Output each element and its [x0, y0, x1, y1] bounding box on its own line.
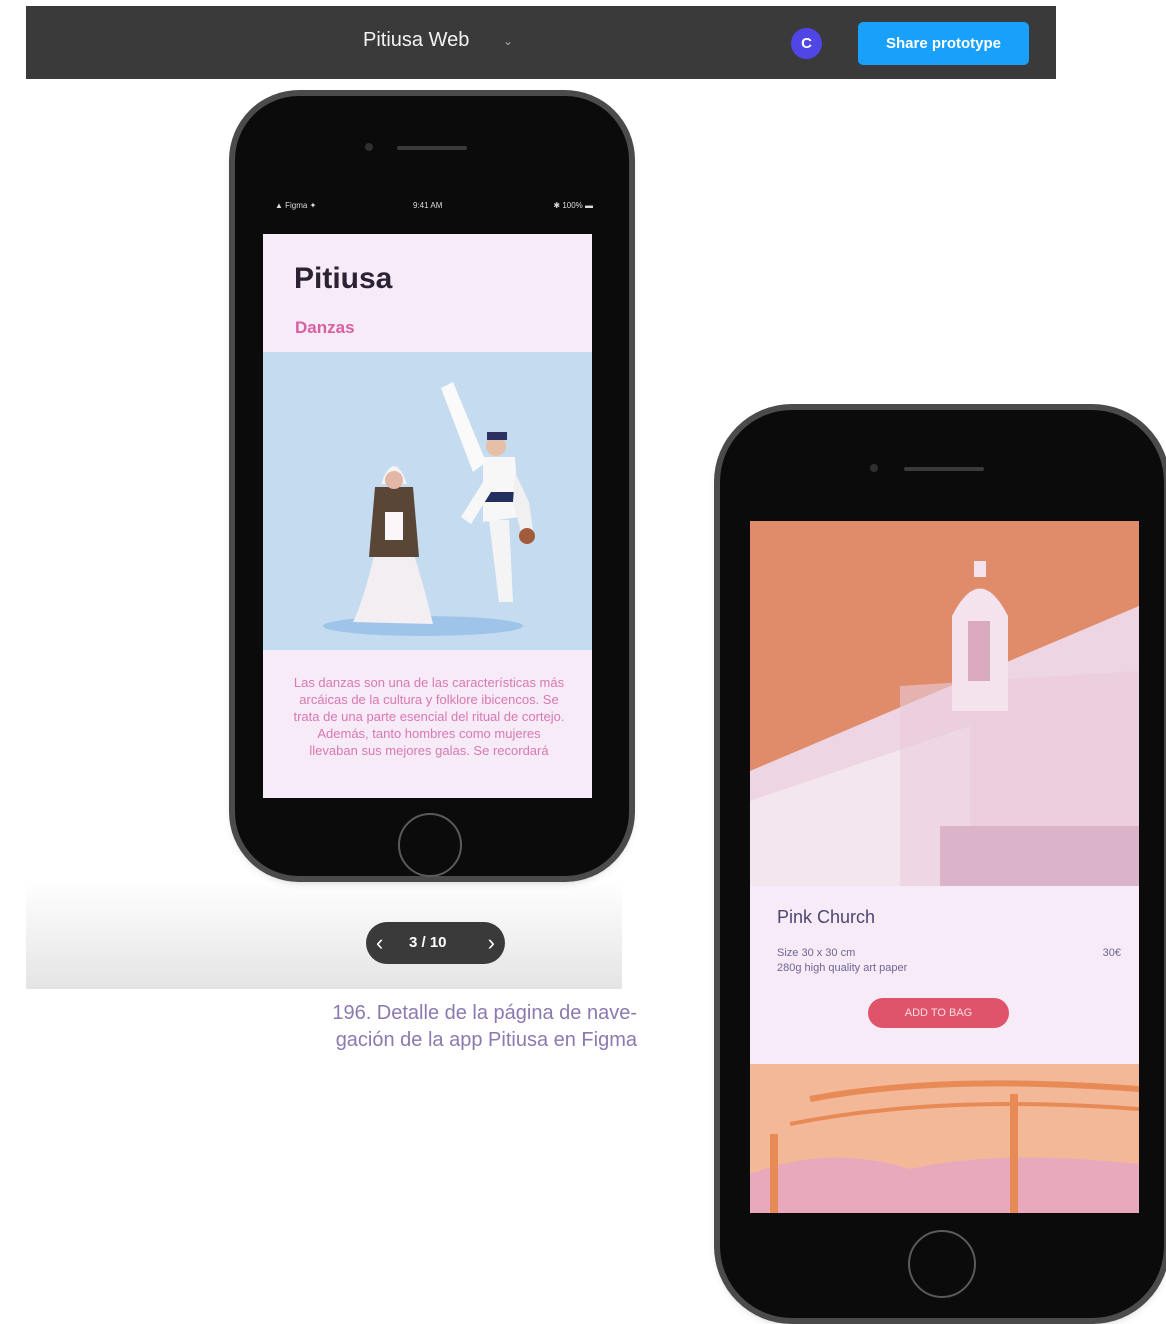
chevron-right-icon[interactable]: ›	[488, 930, 495, 956]
app-title: Pitiusa	[294, 262, 393, 295]
section-title: Danzas	[295, 318, 355, 337]
pergola-illustration	[750, 1064, 1139, 1213]
slide-counter: 3 / 10	[409, 934, 447, 951]
phone-mockup-right: Pink Church Size 30 x 30 cm 280g high qu…	[720, 410, 1164, 1318]
battery-icon: ✱ 100% ▬	[553, 201, 593, 210]
camera-icon	[870, 464, 878, 472]
signal-wifi-icon: ▲ Figma ✦	[275, 201, 317, 210]
app-screen-danzas[interactable]: Pitiusa Danzas Las danzas son una de las…	[263, 234, 592, 798]
chevron-down-icon[interactable]: ⌄	[503, 34, 513, 48]
app-screen-shop[interactable]: Pink Church Size 30 x 30 cm 280g high qu…	[750, 521, 1139, 1213]
slide-pager: ‹ 3 / 10 ›	[366, 922, 505, 964]
add-to-bag-button[interactable]: ADD TO BAG	[868, 998, 1009, 1028]
home-button[interactable]	[398, 813, 462, 877]
body-text: Las danzas son una de las característica…	[293, 675, 565, 758]
status-time: 9:41 AM	[413, 201, 443, 210]
home-button[interactable]	[908, 1230, 976, 1298]
dancers-illustration	[263, 352, 592, 650]
product-paper: 280g high quality art paper	[777, 962, 908, 974]
caption-line-1: 196. Detalle de la página de nave-	[332, 1002, 637, 1024]
product-price: 30€	[1102, 947, 1121, 959]
chevron-left-icon[interactable]: ‹	[376, 930, 383, 956]
product-name: Pink Church	[777, 907, 876, 927]
figma-toolbar: Pitiusa Web ⌄ C Share prototype	[26, 6, 1056, 79]
share-prototype-button[interactable]: Share prototype	[858, 22, 1029, 65]
avatar[interactable]: C	[791, 28, 822, 59]
product-size: Size 30 x 30 cm	[777, 947, 856, 959]
figure-caption: 196. Detalle de la página de nave- gació…	[235, 1000, 637, 1054]
phone-mockup-left: ▲ Figma ✦ 9:41 AM ✱ 100% ▬ Pitiusa Danza…	[235, 96, 629, 877]
pink-church-illustration	[750, 521, 1139, 886]
camera-icon	[365, 143, 373, 151]
file-title[interactable]: Pitiusa Web	[363, 29, 469, 52]
speaker-grille	[904, 467, 984, 471]
status-bar: ▲ Figma ✦ 9:41 AM ✱ 100% ▬	[275, 197, 593, 217]
speaker-grille	[397, 146, 467, 150]
prototype-canvas-right	[622, 79, 1056, 360]
caption-line-2: gación de la app Pitiusa en Figma	[335, 1029, 637, 1051]
